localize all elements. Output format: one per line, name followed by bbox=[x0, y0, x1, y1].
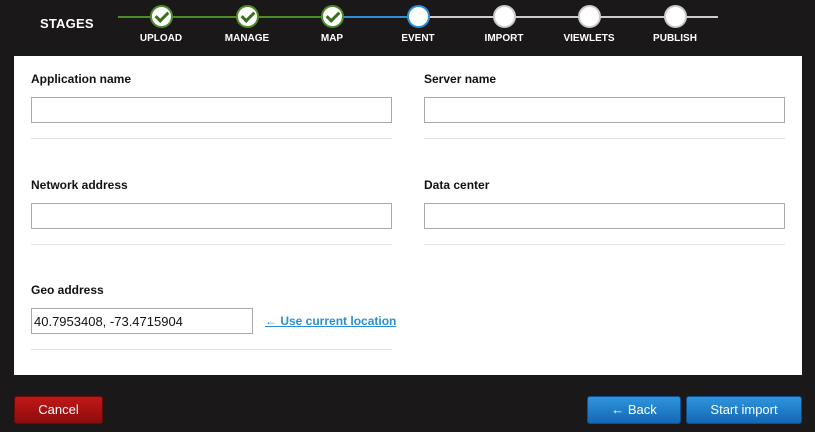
checkmark-icon bbox=[149, 5, 173, 28]
application-name-label: Application name bbox=[31, 72, 132, 86]
stage-label: MANAGE bbox=[224, 33, 270, 44]
divider bbox=[31, 349, 392, 350]
stage-manage[interactable]: MANAGE bbox=[207, 5, 287, 44]
network-address-label: Network address bbox=[31, 178, 128, 192]
geo-address-input[interactable] bbox=[31, 308, 253, 334]
back-button[interactable]: ← Back bbox=[587, 396, 681, 424]
stage-map[interactable]: MAP bbox=[292, 5, 372, 44]
divider bbox=[424, 244, 785, 245]
stage-label: VIEWLETS bbox=[563, 33, 615, 44]
stages-bar: STAGES UPLOAD MANAGE MAP EVENT IMPORT VI… bbox=[0, 0, 815, 56]
stage-publish: PUBLISH bbox=[635, 5, 715, 44]
checkmark-icon bbox=[235, 5, 259, 28]
start-import-button[interactable]: Start import bbox=[686, 396, 802, 424]
server-name-input[interactable] bbox=[424, 97, 785, 123]
form-panel: Application name Server name Network add… bbox=[14, 56, 802, 375]
use-current-location-link[interactable]: ← Use current location bbox=[265, 314, 396, 328]
stage-label: PUBLISH bbox=[653, 33, 697, 44]
divider bbox=[31, 244, 392, 245]
stage-label: UPLOAD bbox=[139, 33, 183, 44]
pending-stage-circle-icon bbox=[577, 5, 601, 28]
stage-upload[interactable]: UPLOAD bbox=[121, 5, 201, 44]
pending-stage-circle-icon bbox=[492, 5, 516, 28]
divider bbox=[424, 138, 785, 139]
geo-address-label: Geo address bbox=[31, 283, 104, 297]
checkmark-icon bbox=[320, 5, 344, 28]
server-name-label: Server name bbox=[424, 72, 497, 86]
stage-label: EVENT bbox=[401, 33, 435, 44]
cancel-button[interactable]: Cancel bbox=[14, 396, 103, 424]
stage-label: MAP bbox=[320, 33, 344, 44]
data-center-input[interactable] bbox=[424, 203, 785, 229]
stage-event[interactable]: EVENT bbox=[378, 5, 458, 44]
stage-label: IMPORT bbox=[484, 33, 524, 44]
stage-import: IMPORT bbox=[464, 5, 544, 44]
data-center-label: Data center bbox=[424, 178, 490, 192]
network-address-input[interactable] bbox=[31, 203, 392, 229]
stages-title: STAGES bbox=[40, 16, 94, 31]
divider bbox=[31, 138, 392, 139]
current-stage-circle-icon bbox=[406, 5, 430, 28]
pending-stage-circle-icon bbox=[663, 5, 687, 28]
stage-viewlets: VIEWLETS bbox=[549, 5, 629, 44]
application-name-input[interactable] bbox=[31, 97, 392, 123]
